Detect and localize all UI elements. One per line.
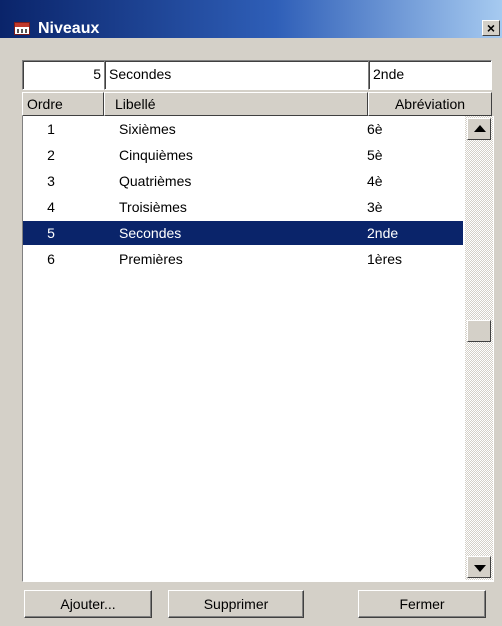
- row-label: Troisièmes: [119, 199, 187, 215]
- row-order: 4: [47, 199, 55, 215]
- row-label: Quatrièmes: [119, 173, 192, 189]
- window-title: Niveaux: [38, 20, 100, 37]
- row-abbreviation: 3è: [367, 199, 383, 215]
- header-order[interactable]: Ordre: [22, 92, 104, 116]
- table-row[interactable]: 3 Quatrièmes 4è: [23, 169, 463, 193]
- row-abbreviation: 6è: [367, 121, 383, 137]
- row-abbreviation: 2nde: [367, 225, 399, 241]
- close-button[interactable]: Fermer: [358, 590, 486, 618]
- add-button[interactable]: Ajouter...: [24, 590, 152, 618]
- label-input[interactable]: Secondes: [104, 60, 370, 90]
- table-row[interactable]: 5 Secondes 2nde: [23, 221, 463, 245]
- arrow-down-icon: [474, 565, 486, 572]
- row-order: 1: [47, 121, 55, 137]
- table-row[interactable]: 2 Cinquièmes 5è: [23, 143, 463, 167]
- scroll-down-button[interactable]: [467, 556, 491, 578]
- vertical-scrollbar[interactable]: [465, 116, 493, 580]
- row-label: Secondes: [119, 225, 182, 241]
- abbreviation-input[interactable]: 2nde: [368, 60, 492, 90]
- close-window-button[interactable]: ×: [482, 20, 500, 36]
- levels-list[interactable]: 1 Sixièmes 6è 2 Cinquièmes 5è 3 Quatrièmes 4è 4 Tr…: [22, 116, 494, 582]
- row-abbreviation: 4è: [367, 173, 383, 189]
- scroll-thumb[interactable]: [467, 320, 491, 342]
- row-abbreviation: 5è: [367, 147, 383, 163]
- header-label[interactable]: Libellé: [104, 92, 368, 116]
- row-order: 3: [47, 173, 55, 189]
- row-label: Cinquièmes: [119, 147, 193, 163]
- title-bar: Niveaux ×: [0, 0, 502, 38]
- row-order: 5: [47, 225, 55, 241]
- table-row[interactable]: 4 Troisièmes 3è: [23, 195, 463, 219]
- arrow-up-icon: [474, 125, 486, 132]
- order-input[interactable]: 5: [22, 60, 106, 90]
- header-abbreviation[interactable]: Abréviation: [368, 92, 492, 116]
- table-row[interactable]: 6 Premières 1ères: [23, 247, 463, 271]
- row-order: 2: [47, 147, 55, 163]
- scroll-up-button[interactable]: [467, 118, 491, 140]
- row-order: 6: [47, 251, 55, 267]
- table-row[interactable]: 1 Sixièmes 6è: [23, 117, 463, 141]
- row-abbreviation: 1ères: [367, 251, 403, 267]
- table-header: Ordre Libellé Abréviation: [22, 92, 494, 116]
- delete-button[interactable]: Supprimer: [168, 590, 304, 618]
- row-label: Sixièmes: [119, 121, 176, 137]
- row-label: Premières: [119, 251, 183, 267]
- calendar-icon: [14, 22, 30, 35]
